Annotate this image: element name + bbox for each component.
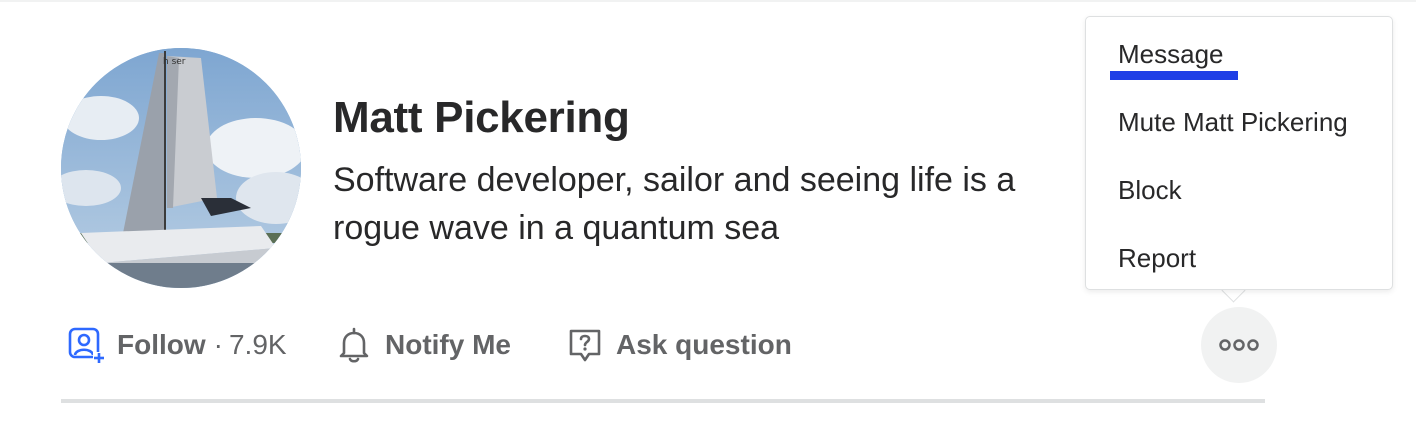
menu-item-block[interactable]: Block <box>1118 175 1182 206</box>
profile-bio: Software developer, sailor and seeing li… <box>333 161 1016 247</box>
follower-count: 7.9K <box>228 329 287 360</box>
profile-name: Matt Pickering <box>333 93 630 142</box>
bell-icon <box>335 326 373 364</box>
question-bubble-icon <box>566 326 604 364</box>
avatar[interactable]: h ser <box>61 48 301 288</box>
person-add-icon <box>67 326 105 364</box>
menu-item-message[interactable]: Message <box>1118 39 1224 70</box>
section-divider <box>61 399 1265 403</box>
follow-label: Follow <box>117 329 206 360</box>
more-horizontal-icon <box>1219 339 1259 351</box>
svg-text:h ser: h ser <box>163 57 186 67</box>
notify-me-label: Notify Me <box>385 329 511 360</box>
ask-question-label: Ask question <box>616 329 792 360</box>
follow-button[interactable]: Follow · 7.9K <box>67 322 287 368</box>
more-options-button[interactable] <box>1201 307 1277 383</box>
top-divider <box>0 0 1416 2</box>
menu-item-report[interactable]: Report <box>1118 243 1196 274</box>
more-options-menu: Message Mute Matt Pickering Block Report <box>1085 16 1393 290</box>
notify-me-button[interactable]: Notify Me <box>335 322 511 368</box>
ask-question-button[interactable]: Ask question <box>566 322 792 368</box>
focus-underline <box>1110 71 1238 80</box>
sailboat-photo: h ser <box>61 48 301 288</box>
follow-separator: · <box>213 329 223 360</box>
menu-item-mute[interactable]: Mute Matt Pickering <box>1118 107 1348 138</box>
